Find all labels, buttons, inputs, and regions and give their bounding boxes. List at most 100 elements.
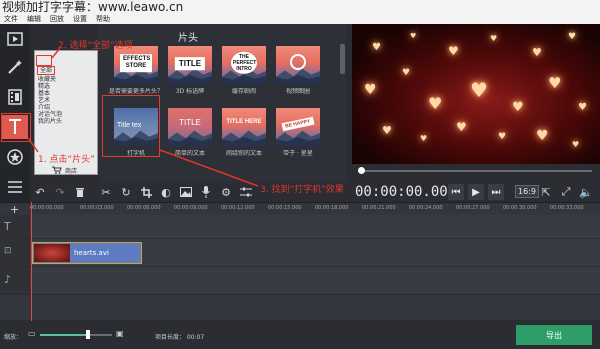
redo-button[interactable]: ↷	[52, 184, 68, 200]
play-icon: ▶	[472, 186, 480, 198]
title-thumb-title-here[interactable]: TITLE HERE	[222, 108, 266, 146]
title-thumb-simple-text[interactable]: TITLE	[168, 108, 212, 146]
equalizer-icon	[240, 187, 252, 197]
thumb-badge: TITLE	[174, 57, 206, 71]
record-audio-button[interactable]	[198, 184, 214, 200]
seek-knob[interactable]	[358, 167, 365, 174]
ruler-tick: 00:00:21.000	[362, 205, 396, 211]
export-frame-icon: ⇱	[541, 185, 551, 199]
category-all[interactable]: 全部	[37, 66, 56, 75]
clip-name: hearts.avi	[74, 249, 109, 257]
image-button[interactable]	[178, 184, 194, 200]
category-basic[interactable]: 基本	[35, 90, 97, 97]
thumb-caption: 是否需要更多片头？	[108, 88, 163, 95]
category-favorites[interactable]: 收藏夹	[35, 76, 97, 83]
color-adjust-button[interactable]: ◐	[158, 184, 174, 200]
import-media-icon	[7, 32, 23, 46]
menu-bar: 文件 编辑 回放 设置 帮助	[0, 14, 600, 24]
category-featured[interactable]: 精选	[35, 83, 97, 90]
store-label: 商店	[65, 167, 78, 175]
menu-settings[interactable]: 设置	[73, 14, 87, 24]
music-note-icon: ♪	[4, 273, 12, 286]
bottom-bar: 缩放： ▭ ▣ 项目长度： 00:07 导出	[0, 321, 600, 349]
filters-button[interactable]	[3, 56, 27, 78]
project-length: 项目长度： 00:07	[155, 334, 205, 341]
microphone-icon	[202, 186, 210, 198]
stickers-button[interactable]	[3, 146, 27, 168]
video-editor-app: 视频加打字字幕：www.leawo.cn 文件 编辑 回放 设置 帮助 片头 全…	[0, 0, 600, 349]
library-header: 片头	[178, 33, 198, 44]
menu-edit[interactable]: 编辑	[27, 14, 41, 24]
category-speech-bubbles[interactable]: 对话气泡	[35, 111, 97, 118]
thumb-badge: THE PERFECT INTRO	[231, 51, 257, 74]
video-preview[interactable]: ♥ ♥ ♥ ♥ ♥ ♥ ♥ ♥ ♥ ♥ ♥ ♥ ♥ ♥ ♥ ♥ ♥ ♥ ♥	[352, 24, 600, 164]
timeline-playhead[interactable]	[31, 202, 32, 321]
title-thumb-effects-store[interactable]: EFFECTS STORE	[114, 46, 158, 84]
ruler-tick: 00:00:27.000	[456, 205, 490, 211]
thumb-badge: EFFECTS STORE	[120, 54, 152, 73]
equalizer-button[interactable]	[238, 184, 254, 200]
title-track[interactable]: T	[0, 215, 600, 239]
annotation-step2: 2. 选择“全部”选项	[58, 41, 133, 51]
thumb-caption: 3D 标语牌	[175, 88, 205, 95]
skip-back-button[interactable]: ⏮	[448, 184, 464, 200]
menu-file[interactable]: 文件	[4, 14, 18, 24]
zoom-knob[interactable]	[85, 330, 90, 339]
skip-forward-button[interactable]: ⏭	[488, 184, 504, 200]
ruler-tick: 00:00:24.000	[409, 205, 443, 211]
thumb-caption: 带子 · 星星	[283, 150, 313, 157]
scissors-icon: ✂	[101, 185, 111, 199]
more-tools-button[interactable]	[3, 176, 27, 198]
volume-button[interactable]: 🔈	[578, 184, 594, 200]
category-intro[interactable]: 介绍	[35, 104, 97, 111]
clip-thumbnail	[34, 244, 70, 262]
play-button[interactable]: ▶	[468, 184, 484, 200]
ruler-tick: 00:00:12.000	[221, 205, 255, 211]
video-clip[interactable]: hearts.avi	[32, 242, 142, 264]
settings-button[interactable]: ⚙	[218, 184, 234, 200]
delete-button[interactable]	[72, 184, 88, 200]
ruler-tick: 00:00:33.000	[550, 205, 584, 211]
undo-button[interactable]: ↶	[32, 184, 48, 200]
snapshot-button[interactable]: ⇱	[538, 184, 554, 200]
zoom-in-icon[interactable]: ▣	[116, 329, 124, 338]
annotation-step1: 1. 点击“片头”	[38, 155, 95, 165]
undo-icon: ↶	[35, 185, 45, 199]
store-link[interactable]: 商店	[34, 163, 98, 177]
rotate-button[interactable]: ↻	[118, 184, 134, 200]
title-thumb-video-circle[interactable]	[276, 46, 320, 84]
preview-seekbar[interactable]	[352, 165, 600, 177]
ruler-tick: 00:00:18.000	[315, 205, 349, 211]
ruler-tick: 00:00:30.000	[503, 205, 537, 211]
thumb-caption: 视频图圈	[285, 88, 310, 95]
menu-playback[interactable]: 回放	[50, 14, 64, 24]
trash-icon	[76, 187, 84, 197]
text-track-icon: T	[4, 220, 11, 233]
thumb-caption: 缓存剧闹	[231, 88, 256, 95]
category-my-titles[interactable]: 我的片头	[35, 118, 97, 125]
crop-button[interactable]	[138, 184, 154, 200]
export-button[interactable]: 导出	[516, 325, 592, 345]
title-thumb-perfect-intro[interactable]: THE PERFECT INTRO	[222, 46, 266, 84]
ruler-tick: 00:00:03.000	[80, 205, 114, 211]
zoom-out-icon[interactable]: ▭	[28, 329, 36, 338]
import-media-button[interactable]	[3, 28, 27, 50]
audio-track[interactable]: ♪	[0, 267, 600, 295]
video-track-icon: ⊡	[4, 246, 12, 256]
fullscreen-button[interactable]: ⤢	[558, 184, 574, 200]
timeline-ruler[interactable]: 00:00:00.000 00:00:03.000 00:00:06.000 0…	[0, 202, 600, 215]
empty-track-area	[0, 295, 600, 321]
cut-button[interactable]: ✂	[98, 184, 114, 200]
thumb-caption: 闹绕你的文本	[225, 150, 262, 157]
menu-help[interactable]: 帮助	[96, 14, 110, 24]
category-art[interactable]: 艺术	[35, 97, 97, 104]
title-thumb-ribbon-stars[interactable]: BE HAPPY	[276, 108, 320, 146]
transitions-button[interactable]	[3, 86, 27, 108]
magic-wand-icon	[8, 60, 22, 74]
contrast-icon: ◐	[161, 185, 171, 199]
volume-icon: 🔈	[579, 185, 593, 199]
title-thumb-3d-sign[interactable]: TITLE	[168, 46, 212, 84]
zoom-label: 缩放：	[4, 334, 23, 341]
library-scrollbar[interactable]	[340, 44, 345, 74]
aspect-ratio-button[interactable]: 16:9	[515, 185, 539, 198]
